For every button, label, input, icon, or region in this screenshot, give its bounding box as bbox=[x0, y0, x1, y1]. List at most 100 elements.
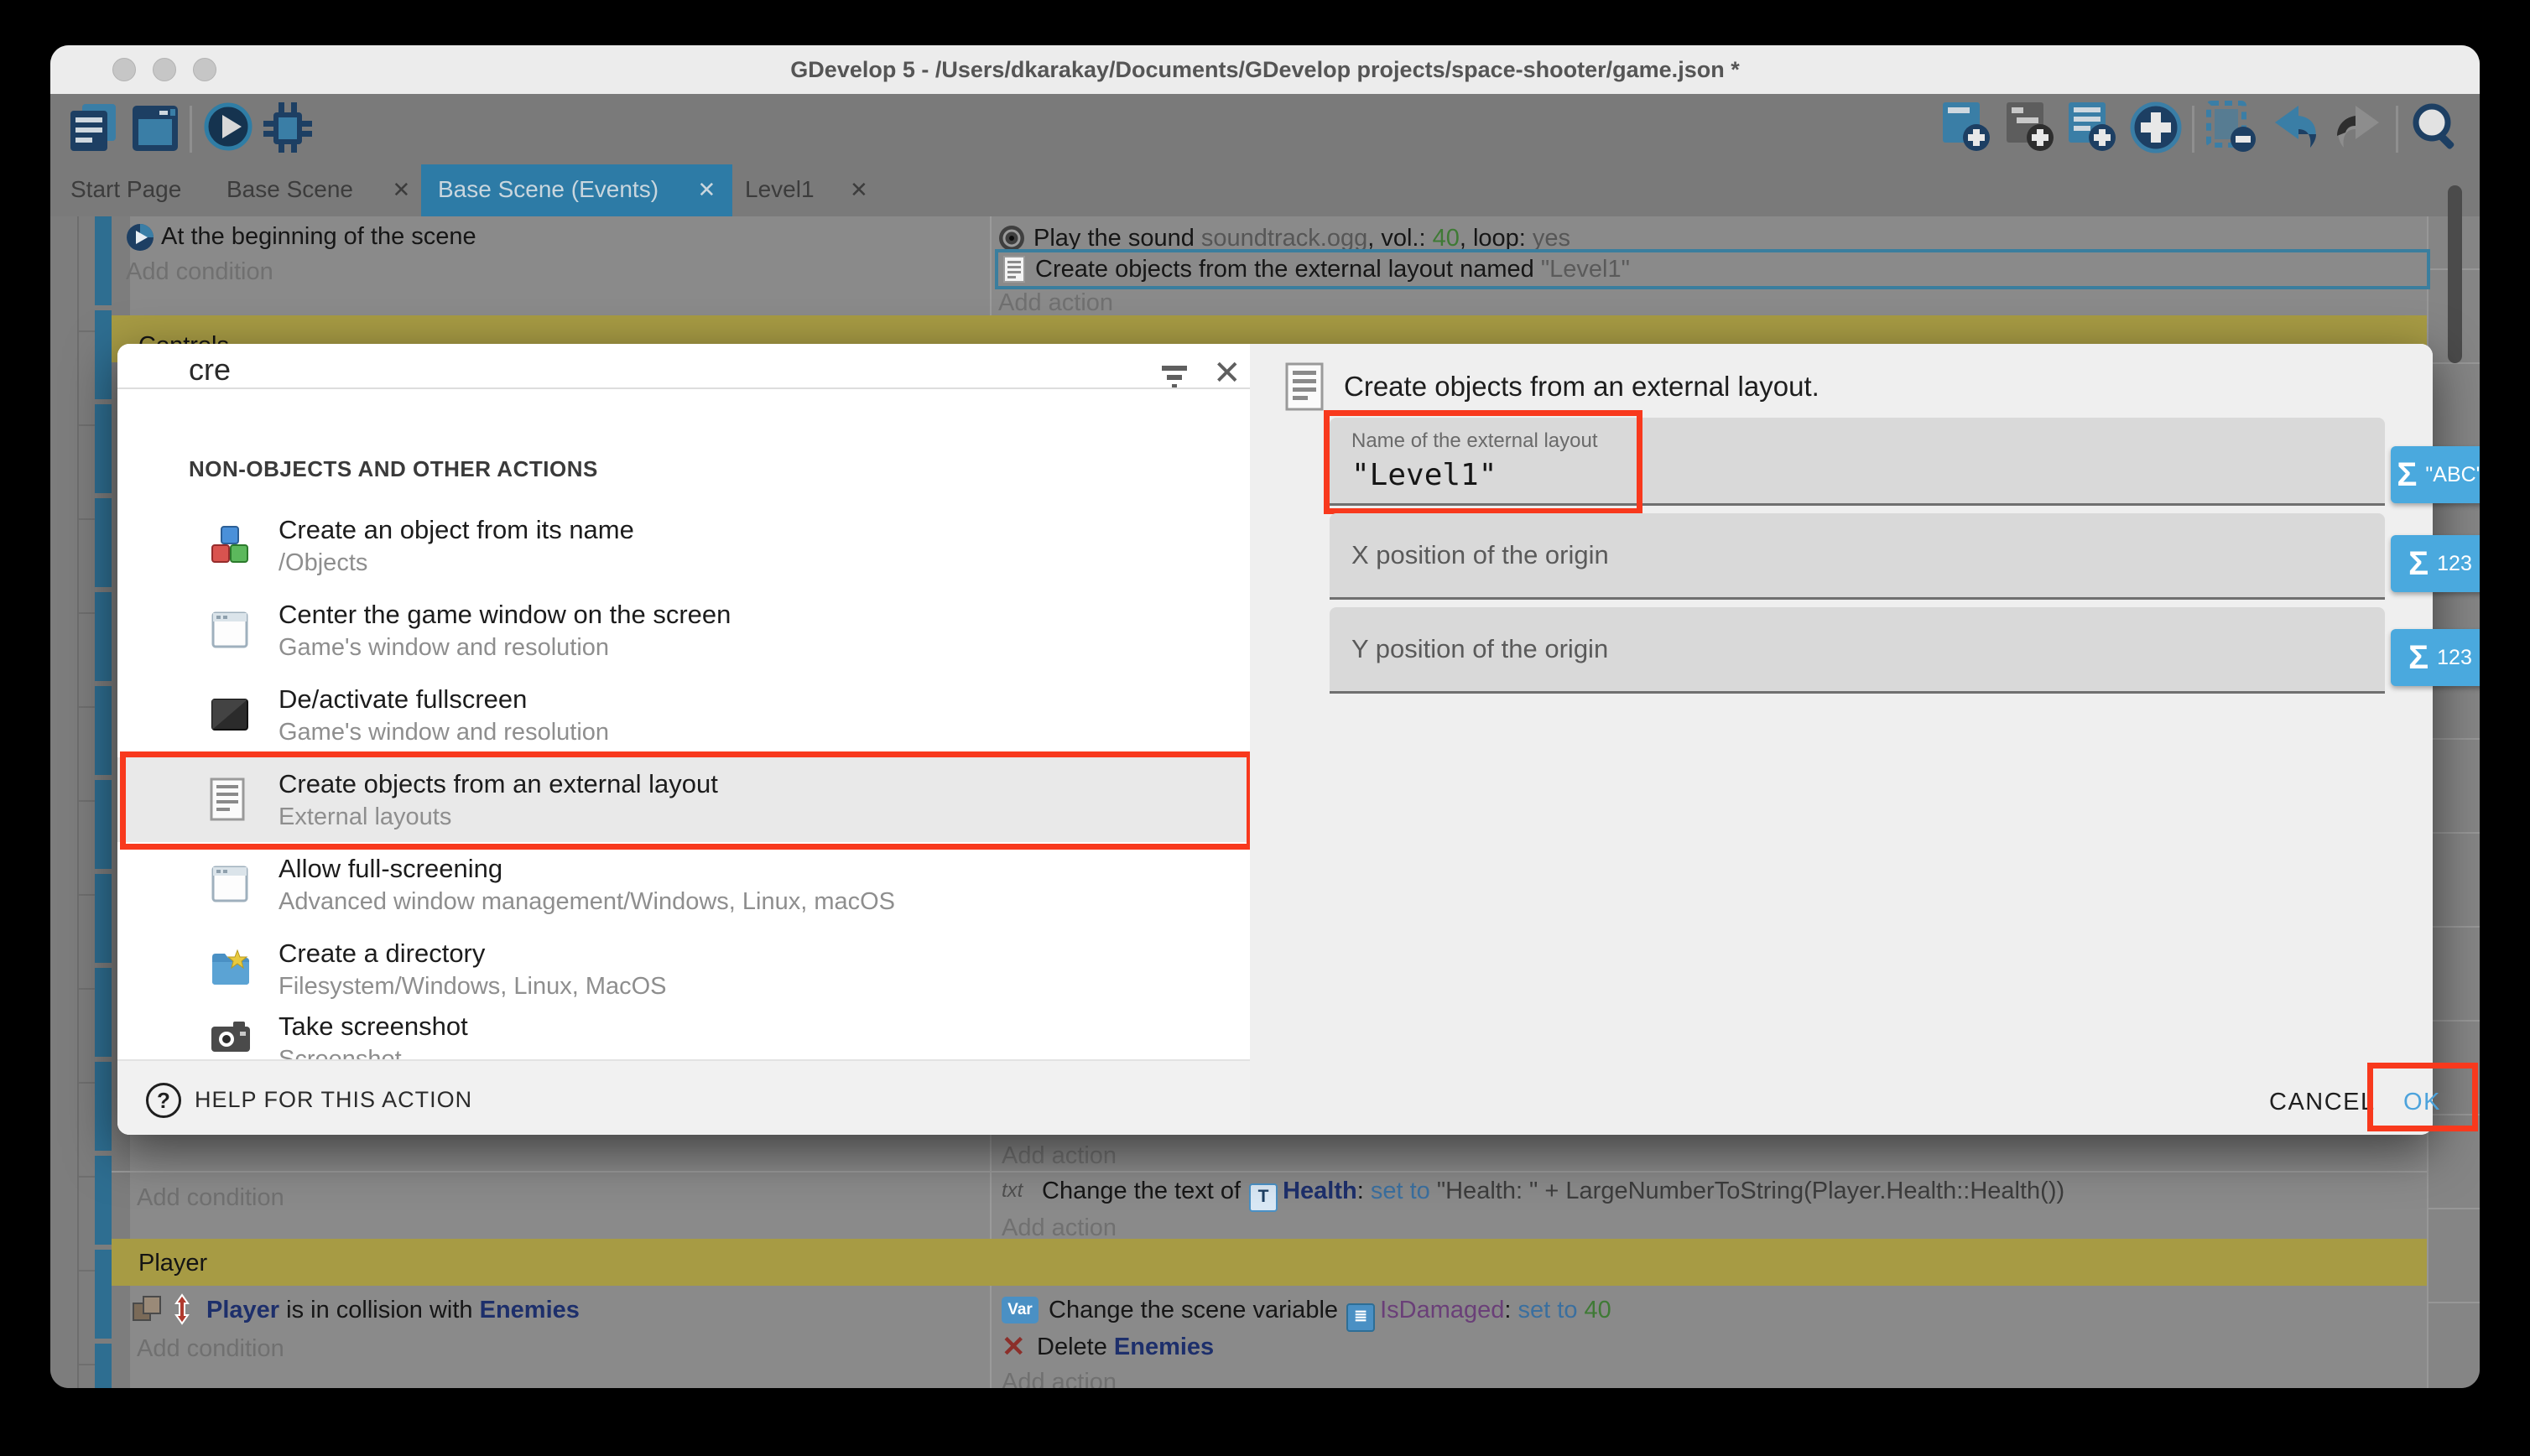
sigma-icon: Σ bbox=[2408, 545, 2428, 583]
item-subtitle: Filesystem/Windows, Linux, MacOS bbox=[279, 973, 667, 1001]
window-icon bbox=[210, 864, 250, 904]
ok-button[interactable]: OK bbox=[2403, 1089, 2441, 1116]
add-action-link[interactable]: Add action bbox=[1002, 1369, 1117, 1388]
add-condition-link[interactable]: Add condition bbox=[126, 258, 273, 286]
window-title: GDevelop 5 - /Users/dkarakay/Documents/G… bbox=[50, 57, 2480, 83]
action-item-allow-fullscreen[interactable]: Allow full-screening Advanced window man… bbox=[117, 842, 1250, 927]
tab-close-icon[interactable]: ✕ bbox=[392, 177, 410, 202]
tab-base-scene[interactable]: Base Scene ✕ bbox=[226, 176, 410, 203]
event-condition-collision[interactable]: Player is in collision with Enemies bbox=[206, 1297, 580, 1324]
search-divider bbox=[117, 387, 1250, 389]
abc-label: "ABC" bbox=[2425, 463, 2480, 487]
y-position-field[interactable]: Y position of the origin bbox=[1330, 607, 2385, 694]
events-scrollbar[interactable] bbox=[2448, 185, 2462, 363]
num-label: 123 bbox=[2437, 552, 2472, 576]
tab-label: Start Page bbox=[70, 176, 181, 202]
add-comment-icon[interactable] bbox=[2067, 101, 2117, 154]
external-layout-icon bbox=[1285, 362, 1324, 411]
preview-play-icon[interactable] bbox=[203, 101, 255, 154]
item-subtitle: Game's window and resolution bbox=[279, 634, 609, 662]
tab-close-icon[interactable]: ✕ bbox=[697, 177, 716, 202]
group-player[interactable]: Player bbox=[112, 1239, 2427, 1286]
sigma-icon: Σ bbox=[2397, 456, 2417, 494]
tab-label: Base Scene (Events) bbox=[438, 176, 659, 202]
event-action-variable[interactable]: Change the scene variable ≣IsDamaged: se… bbox=[1049, 1297, 1611, 1332]
tab-level1[interactable]: Level1 ✕ bbox=[745, 176, 868, 203]
item-title: Create objects from an external layout bbox=[279, 769, 718, 799]
item-subtitle: Advanced window management/Windows, Linu… bbox=[279, 888, 895, 916]
item-title: Center the game window on the screen bbox=[279, 600, 731, 630]
add-condition-link[interactable]: Add condition bbox=[137, 1335, 284, 1363]
tab-label: Level1 bbox=[745, 176, 815, 202]
toolbar-separator bbox=[2396, 106, 2398, 153]
abc-expression-button[interactable]: Σ "ABC" bbox=[2391, 446, 2480, 503]
y-expression-button[interactable]: Σ 123 bbox=[2391, 629, 2480, 686]
delete-selection-icon[interactable] bbox=[2206, 101, 2258, 154]
tab-start-page[interactable]: Start Page bbox=[70, 176, 181, 203]
cancel-button[interactable]: CANCEL bbox=[2269, 1089, 2376, 1116]
field-label: Y position of the origin bbox=[1330, 607, 2385, 664]
window-icon bbox=[210, 610, 250, 650]
objects-icon bbox=[210, 525, 250, 565]
item-subtitle: External layouts bbox=[279, 803, 451, 831]
field-label: X position of the origin bbox=[1330, 513, 2385, 570]
event-action-health[interactable]: Change the text of THealth: set to "Heal… bbox=[1042, 1178, 2064, 1212]
name-field[interactable]: Name of the external layout "Level1" bbox=[1330, 418, 2385, 506]
toolbar-separator bbox=[190, 106, 192, 153]
redo-icon[interactable] bbox=[2334, 102, 2384, 153]
scene-begin-icon bbox=[126, 223, 154, 252]
action-item-center-window[interactable]: Center the game window on the screen Gam… bbox=[117, 588, 1250, 673]
action-item-fullscreen[interactable]: De/activate fullscreen Game's window and… bbox=[117, 673, 1250, 757]
instruction-editor-dialog: cre ✕ NON-OBJECTS AND OTHER ACTIONS Crea… bbox=[117, 344, 2433, 1135]
help-icon[interactable]: ? bbox=[146, 1083, 181, 1118]
action-item-create-object[interactable]: Create an object from its name /Objects bbox=[117, 503, 1250, 588]
external-layout-icon bbox=[210, 777, 245, 821]
scene-editor-icon[interactable] bbox=[131, 102, 180, 154]
search-input[interactable]: cre bbox=[189, 352, 231, 387]
item-title: De/activate fullscreen bbox=[279, 684, 527, 715]
fullscreen-icon bbox=[210, 694, 250, 735]
app-window: GDevelop 5 - /Users/dkarakay/Documents/G… bbox=[50, 45, 2480, 1388]
add-subevent-icon[interactable] bbox=[2005, 101, 2055, 154]
section-label: NON-OBJECTS AND OTHER ACTIONS bbox=[189, 456, 598, 482]
help-link[interactable]: HELP FOR THIS ACTION bbox=[195, 1087, 472, 1113]
toolbar: Start Page Base Scene ✕ Base Scene (Even… bbox=[50, 94, 2480, 216]
debug-icon[interactable] bbox=[262, 101, 314, 154]
x-expression-button[interactable]: Σ 123 bbox=[2391, 535, 2480, 592]
item-title: Create a directory bbox=[279, 939, 485, 969]
search-icon[interactable] bbox=[2409, 101, 2461, 154]
event-action-delete[interactable]: Delete Enemies bbox=[1037, 1334, 1214, 1361]
sound-icon bbox=[998, 225, 1025, 252]
collision-arrows-icon bbox=[168, 1293, 196, 1325]
action-item-external-layout-selected[interactable]: Create objects from an external layout E… bbox=[117, 757, 1250, 842]
add-event-icon[interactable] bbox=[1941, 101, 1991, 154]
add-condition-link[interactable]: Add condition bbox=[137, 1184, 284, 1212]
group-label: Player bbox=[112, 1239, 2427, 1277]
panel-title: Create objects from an external layout. bbox=[1344, 371, 1819, 403]
variable-icon: Var bbox=[1002, 1297, 1039, 1323]
add-action-link[interactable]: Add action bbox=[998, 289, 1113, 317]
item-subtitle: Game's window and resolution bbox=[279, 719, 609, 746]
gutter-row-separators bbox=[79, 238, 95, 1388]
project-manager-icon[interactable] bbox=[69, 102, 117, 154]
event-action-selected: Create objects from the external layout … bbox=[1035, 256, 1630, 283]
event-condition[interactable]: At the beginning of the scene bbox=[161, 223, 476, 251]
tab-close-icon[interactable]: ✕ bbox=[850, 177, 868, 202]
action-parameters-pane: Create objects from an external layout. … bbox=[1250, 344, 2433, 1135]
add-action-link[interactable]: Add action bbox=[1002, 1142, 1117, 1170]
external-layout-icon bbox=[1003, 256, 1025, 283]
tab-bar: Start Page Base Scene ✕ Base Scene (Even… bbox=[50, 164, 2480, 216]
titlebar: GDevelop 5 - /Users/dkarakay/Documents/G… bbox=[50, 45, 2480, 95]
add-circle-icon[interactable] bbox=[2129, 101, 2183, 154]
tab-base-scene-events[interactable]: Base Scene (Events) ✕ bbox=[421, 164, 732, 216]
item-title: Allow full-screening bbox=[279, 854, 502, 884]
undo-icon[interactable] bbox=[2270, 102, 2320, 153]
action-item-create-directory[interactable]: Create a directory Filesystem/Windows, L… bbox=[117, 927, 1250, 1011]
camera-icon bbox=[210, 1018, 252, 1053]
selected-action-row[interactable]: Create objects from the external layout … bbox=[995, 249, 2430, 289]
event-indent-bar bbox=[95, 216, 112, 1388]
num-label: 123 bbox=[2437, 646, 2472, 670]
field-label: Name of the external layout bbox=[1330, 418, 2385, 453]
x-position-field[interactable]: X position of the origin bbox=[1330, 513, 2385, 600]
action-item-take-screenshot[interactable]: Take screenshot Screenshot bbox=[117, 1011, 1250, 1059]
